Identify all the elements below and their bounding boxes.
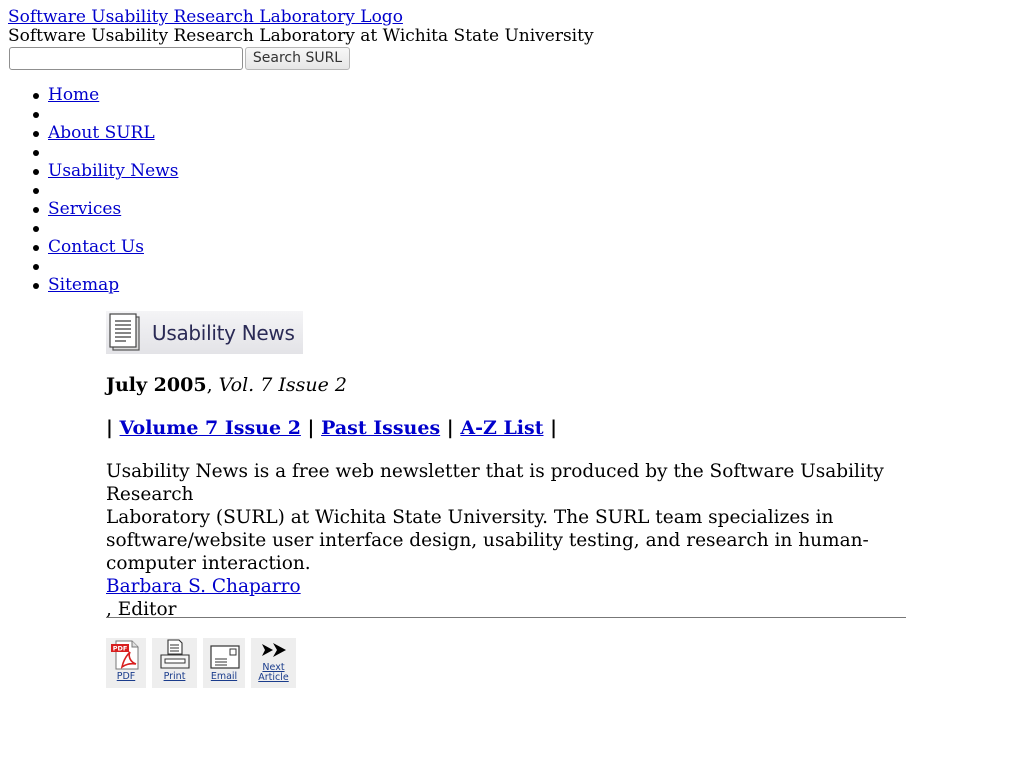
nav-link-services[interactable]: Services xyxy=(48,199,121,219)
nav-link-usability-news[interactable]: Usability News xyxy=(48,161,178,181)
usability-news-banner: Usability News xyxy=(106,311,303,354)
issue-volume: Vol. 7 Issue 2 xyxy=(218,374,347,396)
main-content: Usability News July 2005, Vol. 7 Issue 2… xyxy=(106,311,906,688)
article-label: Article xyxy=(258,672,289,683)
editor-link[interactable]: Barbara S. Chaparro xyxy=(106,576,301,597)
print-label: Print xyxy=(163,671,186,682)
nav-separator xyxy=(8,219,308,238)
issue-separator: , xyxy=(206,374,219,396)
print-button[interactable]: Print xyxy=(152,638,197,688)
site-name: Software Usability Research Laboratory a… xyxy=(8,26,594,46)
past-issues-link[interactable]: Past Issues xyxy=(321,417,440,439)
next-arrow-icon xyxy=(261,643,286,657)
pdf-button[interactable]: PDF PDF xyxy=(106,638,146,688)
issue-nav: | Volume 7 Issue 2 | Past Issues | A-Z L… xyxy=(106,417,557,439)
nav-sep: | xyxy=(446,417,454,439)
description-line-2: Laboratory (SURL) at Wichita State Unive… xyxy=(106,507,869,574)
email-label: Email xyxy=(210,671,238,682)
nav-separator xyxy=(8,143,308,162)
document-icon xyxy=(109,313,140,351)
site-logo-link[interactable]: Software Usability Research Laboratory L… xyxy=(8,8,594,27)
nav-item-home: Home xyxy=(8,86,308,105)
main-nav: Home About SURL Usability News Services … xyxy=(8,86,308,295)
site-header: Software Usability Research Laboratory L… xyxy=(8,8,594,46)
nav-link-home[interactable]: Home xyxy=(48,85,99,105)
pdf-icon: PDF xyxy=(111,640,139,670)
nav-link-sitemap[interactable]: Sitemap xyxy=(48,275,119,295)
printer-icon xyxy=(159,639,190,669)
next-article-button[interactable]: Next Article xyxy=(251,638,296,688)
svg-text:PDF: PDF xyxy=(113,645,128,653)
nav-link-about[interactable]: About SURL xyxy=(48,123,155,143)
nav-separator xyxy=(8,257,308,276)
issue-info: July 2005, Vol. 7 Issue 2 xyxy=(106,374,347,396)
divider xyxy=(106,617,906,618)
a-z-list-link[interactable]: A-Z List xyxy=(460,417,543,439)
pdf-label: PDF xyxy=(116,671,136,682)
current-issue-link[interactable]: Volume 7 Issue 2 xyxy=(120,417,301,439)
nav-separator xyxy=(8,181,308,200)
description-line-1: Usability News is a free web newsletter … xyxy=(106,461,884,505)
nav-item-about: About SURL xyxy=(8,124,308,143)
email-icon xyxy=(210,645,240,669)
search-input[interactable] xyxy=(9,47,243,70)
issue-date: July 2005 xyxy=(106,374,207,396)
nav-item-services: Services xyxy=(8,200,308,219)
nav-sep: | xyxy=(307,417,315,439)
nav-item-contact: Contact Us xyxy=(8,238,308,257)
search-button[interactable]: Search SURL xyxy=(245,47,350,70)
nav-item-usability-news: Usability News xyxy=(8,162,308,181)
email-button[interactable]: Email xyxy=(203,638,245,688)
nav-link-contact[interactable]: Contact Us xyxy=(48,237,144,257)
nav-item-sitemap: Sitemap xyxy=(8,276,308,295)
banner-title: Usability News xyxy=(152,320,295,345)
editor-line: Barbara S. Chaparro, Editor xyxy=(106,575,906,621)
newsletter-description: Usability News is a free web newsletter … xyxy=(106,460,906,621)
nav-separator xyxy=(8,105,308,124)
nav-sep: | xyxy=(550,417,558,439)
nav-sep: | xyxy=(106,417,113,439)
